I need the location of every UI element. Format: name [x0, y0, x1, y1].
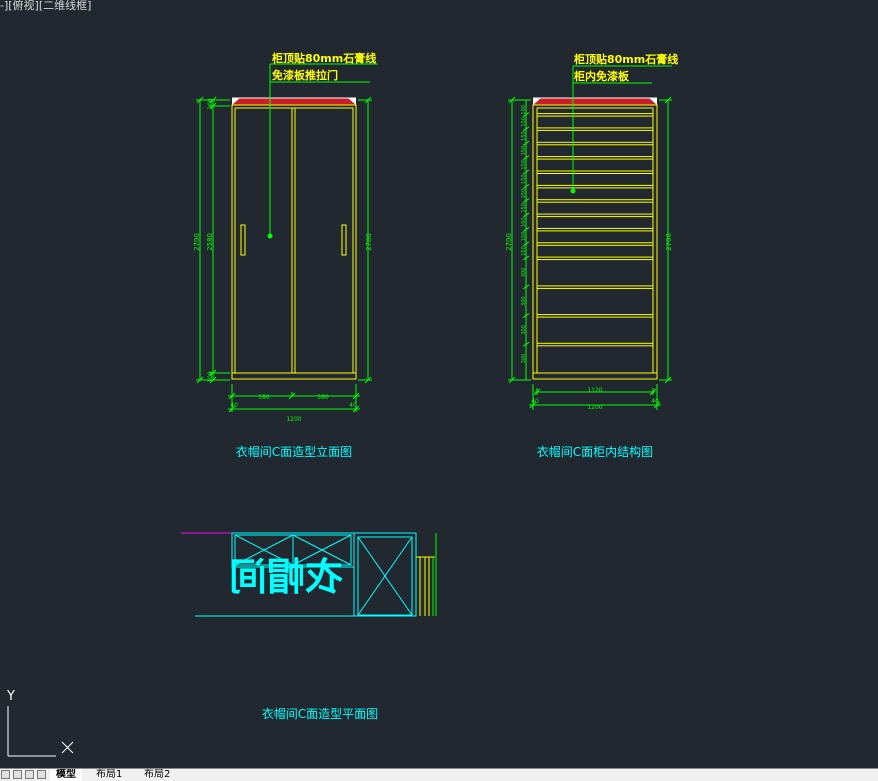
structure-shelves: [536, 113, 654, 347]
structure-dim-inner-width: 1120: [587, 387, 602, 394]
structure-title: 衣帽间C面柜内结构图: [537, 444, 653, 459]
shelf-board: [536, 213, 654, 218]
plan-view: 衣帽间 衣帽间C面造型平面图: [181, 532, 437, 721]
next-tab-icon[interactable]: [25, 770, 34, 779]
elevation-note-line2: 免漆板推拉门: [272, 68, 338, 82]
ucs-y-label: Y: [6, 689, 15, 704]
plan-room-label: 衣帽间: [229, 555, 343, 599]
shelf-dim-label: 300: [521, 296, 527, 306]
elevation-dim-total-height-right: 2700: [365, 233, 373, 251]
elevation-dim-edge-left: 40: [230, 402, 238, 409]
model-viewport[interactable]: 柜顶贴80mm石膏线 免漆板推拉门 2700 2580 100 100 2700…: [0, 0, 878, 768]
shelf-dim-label: 150: [521, 174, 527, 184]
shelf-board: [536, 227, 654, 232]
shelf-dim-label: 150: [521, 117, 527, 127]
elevation-title: 衣帽间C面造型立面图: [236, 444, 352, 459]
plan-title: 衣帽间C面造型平面图: [262, 706, 378, 721]
shelf-board: [536, 314, 654, 318]
shelf-dim-label: 300: [521, 268, 527, 278]
elevation-dim-top: 100: [207, 98, 214, 110]
elevation-dim-door-right: 580: [317, 394, 329, 401]
elevation-dim-total-height-left: 2700: [193, 233, 201, 251]
elevation-view: 柜顶贴80mm石膏线 免漆板推拉门 2700 2580 100 100 2700…: [193, 51, 378, 459]
structure-shelf-dims: 100 150 150 150 150 150 150 150 150 150 150 300 300 3…: [521, 105, 530, 364]
last-tab-icon[interactable]: [37, 770, 46, 779]
structure-dim-total-height-left: 2700: [505, 233, 513, 251]
shelf-dim-label: 300: [521, 354, 527, 364]
elevation-note-line1: 柜顶贴80mm石膏线: [271, 51, 376, 65]
shelf-dim-label: 150: [521, 160, 527, 170]
structure-dim-edge-right: 40: [651, 398, 659, 405]
shelf-dim-label: 150: [521, 203, 527, 213]
shelf-board: [536, 285, 654, 289]
shelf-dim-label: 100: [521, 105, 527, 115]
shelf-dim-label: 150: [521, 232, 527, 242]
door-handle-left: [240, 224, 246, 256]
shelf-board: [536, 256, 654, 261]
shelf-dim-label: 300: [521, 325, 527, 335]
structure-cabinet-outline: [532, 104, 658, 380]
elevation-dim-door-left: 580: [258, 394, 270, 401]
shelf-board: [536, 170, 654, 174]
tab-layout2[interactable]: 布局2: [138, 769, 176, 781]
shelf-board: [536, 199, 654, 203]
structure-note-line2: 柜内免漆板: [573, 69, 630, 83]
structure-note-line1: 柜顶贴80mm石膏线: [573, 52, 678, 66]
shelf-dim-label: 150: [521, 146, 527, 156]
structure-dim-total-width: 1200: [587, 404, 602, 411]
structure-dim-total-height-right: 2700: [665, 233, 673, 251]
elevation-dim-bottom: 100: [207, 371, 214, 383]
shelf-board: [536, 242, 654, 246]
shelf-board: [536, 156, 654, 160]
tab-model[interactable]: 模型: [50, 769, 82, 781]
elevation-dim-mid-height: 2580: [206, 233, 214, 251]
ucs-icon: [7, 706, 74, 757]
prev-tab-icon[interactable]: [13, 770, 22, 779]
shelf-board: [536, 141, 654, 146]
drawing-canvas[interactable]: 柜顶贴80mm石膏线 免漆板推拉门 2700 2580 100 100 2700…: [0, 0, 878, 768]
shelf-dim-label: 150: [521, 189, 527, 199]
structure-view: 柜顶贴80mm石膏线 柜内免漆板 10015015015015015015015…: [505, 52, 678, 459]
structure-cornice: [533, 98, 657, 105]
layout-tab-bar: 模型 布局1 布局2: [0, 768, 878, 781]
tab-layout1[interactable]: 布局1: [90, 769, 128, 781]
shelf-dim-label: 150: [521, 131, 527, 141]
door-handle-right: [341, 224, 347, 256]
viewport-controls-label[interactable]: -][俯视][二维线框]: [0, 0, 91, 12]
elevation-dim-edge-right: 40: [349, 402, 357, 409]
shelf-board: [536, 127, 654, 131]
shelf-dim-label: 150: [521, 218, 527, 228]
elevation-cabinet-outline: [231, 104, 357, 380]
shelf-board: [536, 184, 654, 189]
structure-dim-edge-left: 40: [531, 398, 539, 405]
shelf-dim-label: 150: [521, 246, 527, 256]
shelf-board: [536, 113, 654, 117]
shelf-board: [536, 342, 654, 347]
first-tab-icon[interactable]: [1, 770, 10, 779]
elevation-dim-total-width: 1200: [286, 416, 301, 423]
elevation-cornice: [232, 98, 356, 105]
